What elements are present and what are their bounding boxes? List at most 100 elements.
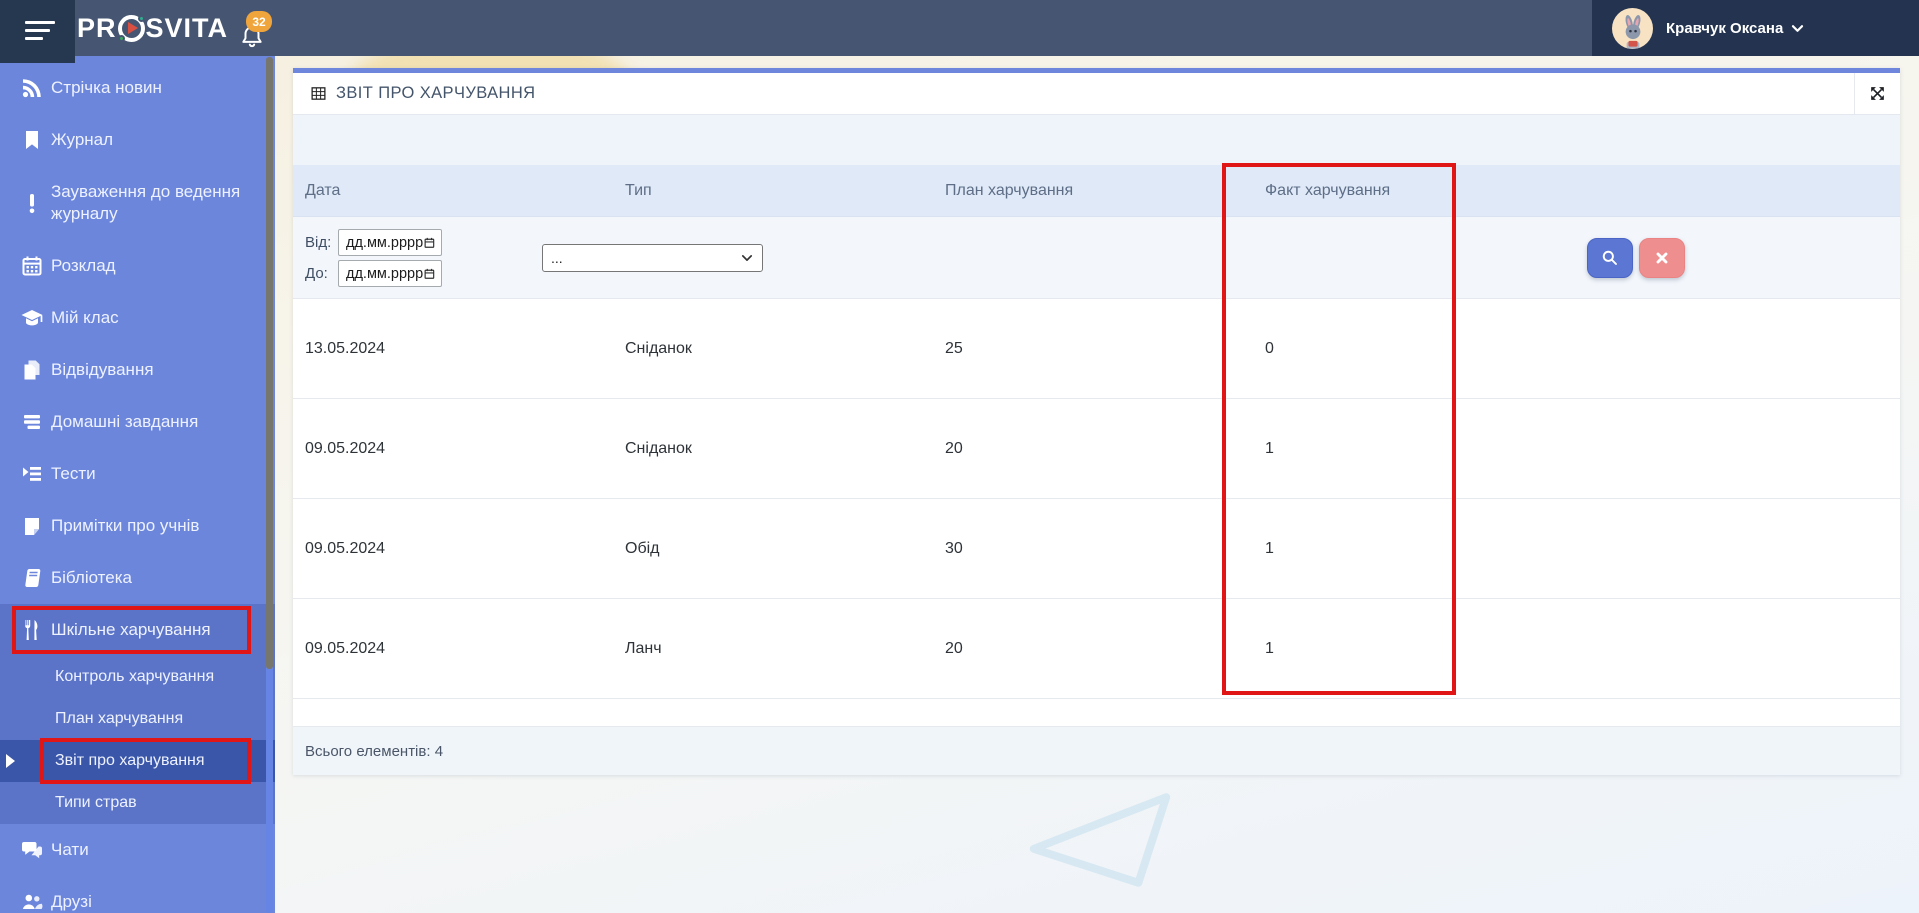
table-cell-plan: 20	[933, 599, 1253, 698]
table-cell-fact: 1	[1253, 499, 1573, 598]
table-empty-row	[293, 699, 1900, 727]
date-from-input[interactable]: дд.мм.рррр	[338, 229, 442, 256]
cell-value: 0	[1265, 339, 1274, 357]
sidebar-section: Шкільне харчування Контроль харчування Пла…	[0, 604, 275, 824]
sidebar-item-label: Примітки про учнів	[51, 516, 200, 535]
column-header: Дата	[293, 165, 613, 216]
date-to-input[interactable]: дд.мм.рррр	[338, 260, 442, 287]
table-cell-date: 09.05.2024	[293, 399, 613, 498]
panel-body: Дата Тип План харчування Факт харчування Ві…	[293, 115, 1900, 775]
user-menu[interactable]: Кравчук Оксана	[1592, 0, 1919, 56]
table-row: 09.05.2024 Сніданок 20 1	[293, 399, 1900, 499]
date-filter-group: Від: дд.мм.рррр До: дд.мм.рррр	[305, 229, 442, 291]
sidebar-item[interactable]: Чати	[0, 824, 275, 876]
sidebar-item-label: Тести	[51, 464, 96, 483]
sidebar-item-label: Бібліотека	[51, 568, 132, 587]
sidebar-menu: Стрічка новин Журнал Зауваження до ведення…	[0, 56, 275, 913]
type-filter-select[interactable]: ...	[542, 244, 763, 272]
sidebar-item[interactable]: Бібліотека	[0, 552, 275, 604]
table-cell-type: Сніданок	[613, 299, 933, 398]
panel-header: ЗВІТ ПРО ХАРЧУВАННЯ	[293, 73, 1900, 115]
chat-icon	[0, 838, 51, 862]
cell-value: 1	[1265, 539, 1274, 557]
list-icon	[0, 410, 51, 434]
table-header-row: Дата Тип План харчування Факт харчування	[293, 165, 1900, 217]
sidebar-subitem[interactable]: Контроль харчування	[0, 656, 275, 698]
column-header-label: Дата	[305, 181, 341, 199]
table-cell-plan: 25	[933, 299, 1253, 398]
chevron-down-icon	[1790, 21, 1805, 36]
sidebar-item[interactable]: Друзі	[0, 876, 275, 913]
table-filter-row: Від: дд.мм.рррр До: дд.мм.рррр ...	[293, 217, 1900, 299]
column-header: Тип	[613, 165, 933, 216]
expand-panel-button[interactable]	[1854, 73, 1900, 114]
close-icon	[1656, 252, 1668, 264]
brand-o-icon	[117, 14, 145, 42]
table-cell-fact: 0	[1253, 299, 1573, 398]
panel-title-wrap: ЗВІТ ПРО ХАРЧУВАННЯ	[293, 84, 1854, 103]
cell-value: 09.05.2024	[305, 539, 386, 557]
exclamation-icon	[0, 191, 51, 215]
total-elements-label: Всього елементів: 4	[305, 742, 444, 760]
sidebar-item[interactable]: Тести	[0, 448, 275, 500]
table-cell-plan: 20	[933, 399, 1253, 498]
cell-value: 13.05.2024	[305, 339, 386, 357]
sidebar-item[interactable]: Відвідування	[0, 344, 275, 396]
table-cell-type: Обід	[613, 499, 933, 598]
sidebar-item[interactable]: Мій клас	[0, 292, 275, 344]
column-header: План харчування	[933, 165, 1253, 216]
cell-value: 20	[945, 439, 963, 457]
sidebar-item[interactable]: Зауваження до ведення журналу	[0, 166, 275, 240]
sidebar-item-label: Чати	[51, 840, 89, 859]
chevron-down-icon	[741, 255, 753, 261]
cell-value: 30	[945, 539, 963, 557]
sidebar-item[interactable]: Шкільне харчування	[0, 604, 275, 656]
sidebar-subitem-label: Типи страв	[55, 794, 137, 811]
sidebar-subitem[interactable]: План харчування	[0, 698, 275, 740]
table-cell-fact: 1	[1253, 599, 1573, 698]
user-name: Кравчук Оксана	[1666, 19, 1784, 37]
utensils-icon	[0, 618, 51, 642]
date-to-placeholder: дд.мм.рррр	[346, 265, 424, 282]
sidebar-item[interactable]: Стрічка новин	[0, 62, 275, 114]
calendar-icon	[424, 237, 435, 248]
report-panel: ЗВІТ ПРО ХАРЧУВАННЯ Дата Тип План харчуван…	[293, 68, 1900, 775]
panel-title: ЗВІТ ПРО ХАРЧУВАННЯ	[336, 84, 536, 102]
notification-count-badge: 32	[246, 11, 272, 32]
sidebar-item-label: Розклад	[51, 256, 116, 275]
sidebar-subitem-label: Звіт про харчування	[55, 752, 205, 769]
table-cell-plan: 30	[933, 499, 1253, 598]
date-from-label: Від:	[305, 234, 332, 251]
search-button[interactable]	[1587, 238, 1633, 278]
sidebar-item[interactable]: Домашні завдання	[0, 396, 275, 448]
sidebar-subitem[interactable]: Типи страв	[0, 782, 275, 824]
sidebar-subitem[interactable]: Звіт про харчування	[0, 740, 275, 782]
sidebar: Стрічка новин Журнал Зауваження до ведення…	[0, 56, 275, 913]
brand-logo[interactable]: PR SVITA	[77, 0, 228, 56]
sidebar-scrollbar-thumb[interactable]	[266, 57, 273, 669]
cell-value: 09.05.2024	[305, 639, 386, 657]
cell-value: Сніданок	[625, 439, 692, 457]
type-filter-value: ...	[551, 250, 563, 266]
clear-filter-button[interactable]	[1639, 238, 1685, 278]
sidebar-item[interactable]: Примітки про учнів	[0, 500, 275, 552]
users-icon	[0, 890, 51, 913]
column-header-label: Тип	[625, 181, 652, 199]
cell-value: 09.05.2024	[305, 439, 386, 457]
table-cell-date: 13.05.2024	[293, 299, 613, 398]
table-icon	[311, 87, 326, 100]
cell-value: 25	[945, 339, 963, 357]
notifications-button[interactable]: 32	[239, 11, 285, 54]
calendar-icon	[424, 268, 435, 279]
filter-actions	[1587, 238, 1685, 278]
rss-icon	[0, 76, 51, 100]
book-icon	[0, 566, 51, 590]
sidebar-item[interactable]: Розклад	[0, 240, 275, 292]
content-area: ЗВІТ ПРО ХАРЧУВАННЯ Дата Тип План харчуван…	[275, 34, 1919, 913]
table-row: 13.05.2024 Сніданок 25 0	[293, 299, 1900, 399]
sidebar-item-label: Журнал	[51, 130, 114, 149]
sidebar-toggle-button[interactable]	[0, 0, 75, 63]
sidebar-item-label: Мій клас	[51, 308, 119, 327]
sidebar-item[interactable]: Журнал	[0, 114, 275, 166]
sidebar-item-label: Відвідування	[51, 360, 154, 379]
